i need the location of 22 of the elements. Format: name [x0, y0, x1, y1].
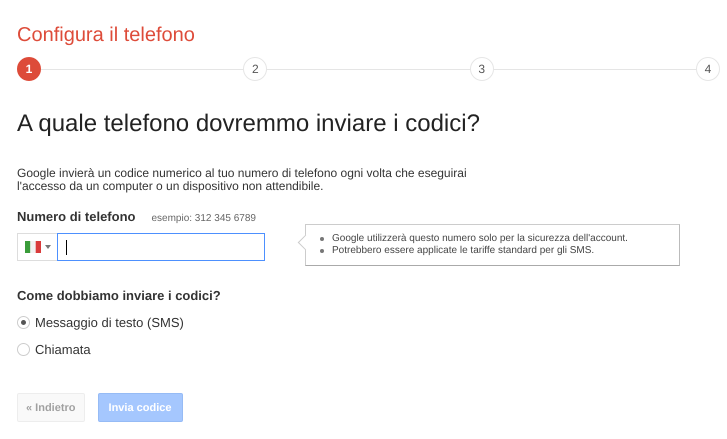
step-indicator: 1 — [17, 57, 41, 81]
step-indicator: 4 — [696, 57, 720, 81]
radio-label[interactable]: Messaggio di testo (SMS) — [35, 315, 184, 330]
bullet-icon — [320, 249, 324, 253]
section-label: Come dobbiamo inviare i codici? — [17, 288, 221, 303]
tooltip-text: Potrebbero essere applicate le tariffe standard per gli SMS. — [332, 245, 594, 257]
caret-icon — [44, 245, 50, 249]
flag-icon — [24, 241, 40, 253]
country-selector[interactable] — [17, 233, 57, 261]
page-heading: A quale telefono dovremmo inviare i codici? — [17, 109, 480, 139]
radio-button[interactable] — [17, 343, 30, 356]
description-text: Google invierà un codice numerico al tuo numero di telefono ogni volta che eseguirai l'accesso da un computer o un dispositivo non attendibile. — [17, 167, 468, 193]
bullet-icon — [320, 237, 324, 241]
page-title: Configura il telefono — [17, 23, 195, 47]
step-indicator: 3 — [470, 57, 494, 81]
phone-input-field[interactable] — [57, 233, 265, 261]
radio-label[interactable]: Chiamata — [35, 342, 91, 357]
step-indicator: 2 — [243, 57, 268, 81]
radio-button[interactable] — [17, 316, 30, 329]
field-label: Numero di telefono — [17, 209, 136, 224]
tooltip-text: Google utilizzerà questo numero solo per la sicurezza dell'account. — [332, 233, 628, 245]
example-hint: esempio: 312 345 6789 — [151, 213, 256, 224]
